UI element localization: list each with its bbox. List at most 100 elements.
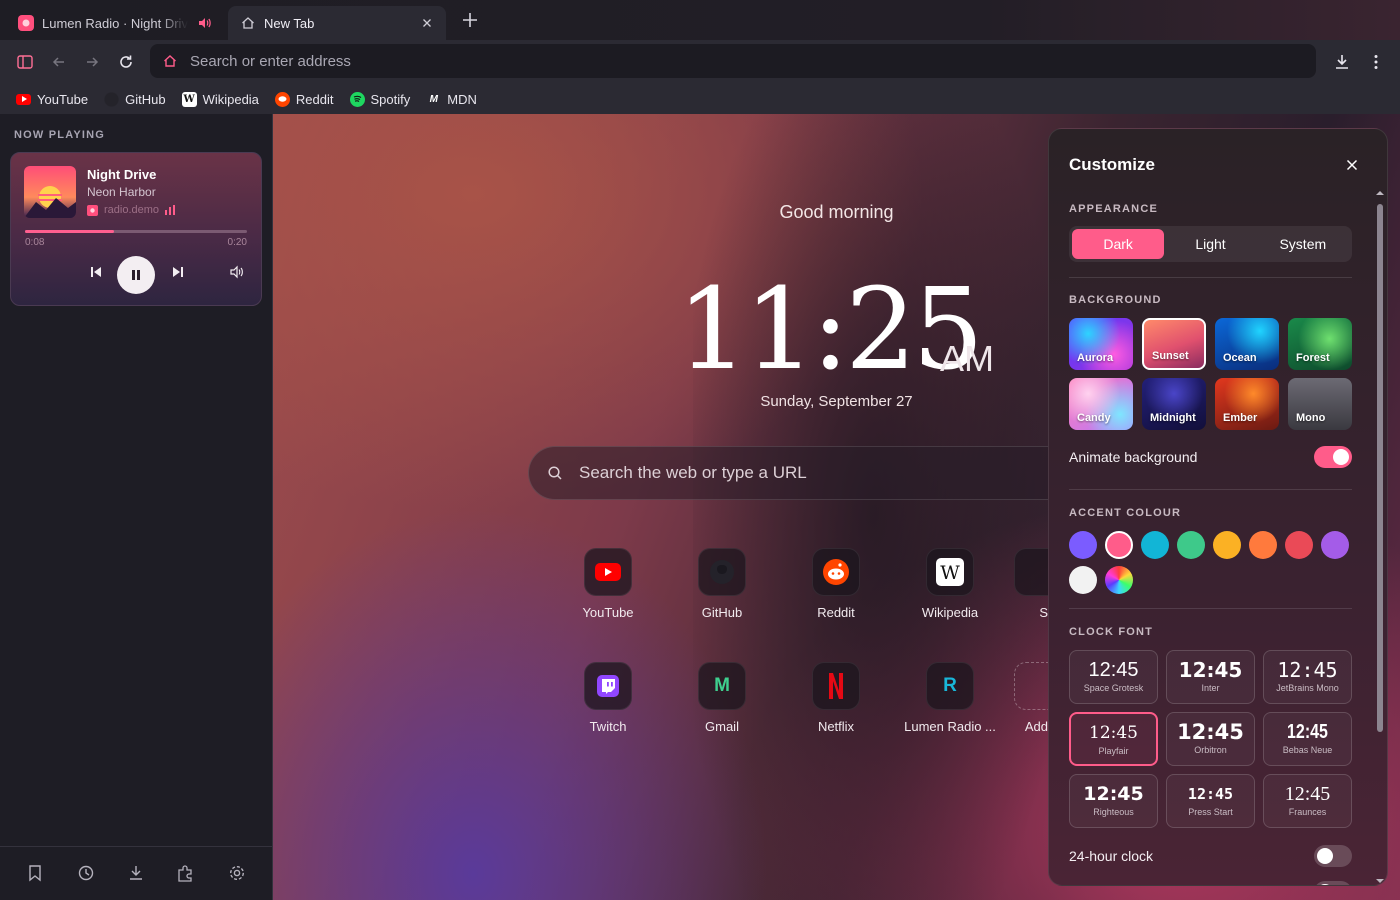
navigation-toolbar: Search or enter address <box>0 40 1400 84</box>
settings-gear-icon[interactable] <box>228 864 246 882</box>
previous-track-icon[interactable] <box>89 265 103 279</box>
accent-swatch-purple[interactable] <box>1321 531 1349 559</box>
bookmark-label: Reddit <box>295 91 334 107</box>
sidebar-toggle-icon[interactable] <box>15 52 35 72</box>
tab-new-tab[interactable]: New Tab <box>228 6 446 40</box>
scrollbar-thumb[interactable] <box>1377 204 1383 732</box>
panel-scrollbar[interactable] <box>1374 188 1386 886</box>
close-icon[interactable] <box>1343 156 1361 174</box>
font-option-jetbrains-mono[interactable]: 12:45 JetBrains Mono <box>1263 650 1352 704</box>
accent-swatch-amber[interactable] <box>1213 531 1241 559</box>
extensions-icon[interactable] <box>176 864 194 882</box>
shortcut-wikipedia[interactable]: W Wikipedia <box>900 548 1000 620</box>
24-hour-clock-label: 24-hour clock <box>1069 848 1154 864</box>
shortcut-youtube[interactable]: YouTube <box>558 548 658 620</box>
new-tab-button[interactable] <box>460 10 480 30</box>
wikipedia-icon: W <box>181 91 197 107</box>
shortcut-gmail[interactable]: M Gmail <box>672 662 772 734</box>
divider <box>1069 489 1352 490</box>
font-option-righteous[interactable]: 12:45 Righteous <box>1069 774 1158 828</box>
progress-bar[interactable] <box>25 230 247 233</box>
font-option-playfair[interactable]: 12:45 Playfair <box>1069 712 1158 766</box>
shortcut-github[interactable]: GitHub <box>672 548 772 620</box>
bookmark-github[interactable]: GitHub <box>104 91 166 107</box>
search-placeholder: Search the web or type a URL <box>579 463 807 482</box>
background-sunset[interactable]: Sunset <box>1142 318 1206 370</box>
back-icon[interactable] <box>49 52 69 72</box>
mode-light-button[interactable]: Light <box>1164 229 1256 259</box>
24-hour-clock-toggle[interactable] <box>1314 845 1352 867</box>
font-option-orbitron[interactable]: 12:45 Orbitron <box>1166 712 1255 766</box>
font-option-bebas-neue[interactable]: 12:45 Bebas Neue <box>1263 712 1352 766</box>
bookmark-spotify[interactable]: Spotify <box>349 91 410 107</box>
youtube-icon <box>584 548 632 596</box>
spotify-icon <box>349 91 365 107</box>
font-name: Righteous <box>1093 807 1134 817</box>
accent-swatch-orange[interactable] <box>1249 531 1277 559</box>
next-track-icon[interactable] <box>171 265 185 279</box>
font-name: Playfair <box>1098 746 1129 756</box>
font-sample: 12:45 <box>1083 783 1144 805</box>
accent-swatch-green[interactable] <box>1177 531 1205 559</box>
bookmarks-icon[interactable] <box>26 864 44 882</box>
accent-swatch-red[interactable] <box>1285 531 1313 559</box>
mode-dark-button[interactable]: Dark <box>1072 229 1165 259</box>
shortcut-twitch[interactable]: Twitch <box>558 662 658 734</box>
font-name: Press Start <box>1188 807 1233 817</box>
volume-icon[interactable] <box>230 265 244 279</box>
shortcut-reddit[interactable]: Reddit <box>786 548 886 620</box>
shortcut-spotify[interactable]: S <box>1014 548 1048 620</box>
next-setting-toggle[interactable] <box>1314 881 1352 885</box>
accent-swatch-cyan[interactable] <box>1141 531 1169 559</box>
downloads-icon[interactable] <box>127 864 145 882</box>
bookmark-wikipedia[interactable]: W Wikipedia <box>181 91 259 107</box>
reload-icon[interactable] <box>116 52 136 72</box>
font-option-space-grotesk[interactable]: 12:45 Space Grotesk <box>1069 650 1158 704</box>
equalizer-icon <box>165 205 176 215</box>
mode-system-button[interactable]: System <box>1257 229 1349 259</box>
background-candy[interactable]: Candy <box>1069 378 1133 430</box>
tab-lumen-radio[interactable]: Lumen Radio · Night Drive <box>6 6 224 40</box>
background-forest[interactable]: Forest <box>1288 318 1352 370</box>
panel-title: Customize <box>1069 155 1155 174</box>
font-sample: 12:45 <box>1177 720 1244 744</box>
accent-swatch-custom[interactable] <box>1105 566 1133 594</box>
search-icon <box>547 465 563 481</box>
progress-fill <box>25 230 114 233</box>
font-option-press-start[interactable]: 12:45 Press Start <box>1166 774 1255 828</box>
font-option-inter[interactable]: 12:45 Inter <box>1166 650 1255 704</box>
accent-swatch-white[interactable] <box>1069 566 1097 594</box>
bookmark-youtube[interactable]: YouTube <box>16 92 88 107</box>
history-icon[interactable] <box>77 864 95 882</box>
pause-button[interactable] <box>117 256 155 294</box>
bookmark-reddit[interactable]: Reddit <box>274 91 334 107</box>
background-ember[interactable]: Ember <box>1215 378 1279 430</box>
accent-swatch-violet[interactable] <box>1069 531 1097 559</box>
shortcut-add[interactable]: Add <box>1014 662 1048 734</box>
appearance-mode-selector: Dark Light System <box>1069 226 1352 262</box>
background-ocean[interactable]: Ocean <box>1215 318 1279 370</box>
close-tab-icon[interactable] <box>420 16 434 30</box>
address-bar[interactable]: Search or enter address <box>150 44 1316 78</box>
animate-background-toggle[interactable] <box>1314 446 1352 468</box>
background-midnight[interactable]: Midnight <box>1142 378 1206 430</box>
menu-kebab-icon[interactable] <box>1366 52 1386 72</box>
accent-swatch-pink[interactable] <box>1105 531 1133 559</box>
background-aurora[interactable]: Aurora <box>1069 318 1133 370</box>
background-mono[interactable]: Mono <box>1288 378 1352 430</box>
bookmark-label: Wikipedia <box>202 91 259 107</box>
forward-icon[interactable] <box>82 52 102 72</box>
reddit-icon <box>812 548 860 596</box>
font-option-fraunces[interactable]: 12:45 Fraunces <box>1263 774 1352 828</box>
font-name: Bebas Neue <box>1282 745 1333 755</box>
sidebar-title: NOW PLAYING <box>14 129 106 141</box>
search-box[interactable]: Search the web or type a URL <box>528 446 1088 500</box>
audio-playing-icon[interactable] <box>196 15 212 31</box>
github-icon <box>104 91 120 107</box>
downloads-icon[interactable] <box>1332 52 1352 72</box>
shortcut-lumen-radio[interactable]: R Lumen Radio ... <box>900 662 1000 734</box>
divider <box>1069 608 1352 609</box>
bookmark-mdn[interactable]: M MDN <box>426 92 477 107</box>
shortcut-netflix[interactable]: Netflix <box>786 662 886 734</box>
add-shortcut-icon <box>1014 662 1048 710</box>
